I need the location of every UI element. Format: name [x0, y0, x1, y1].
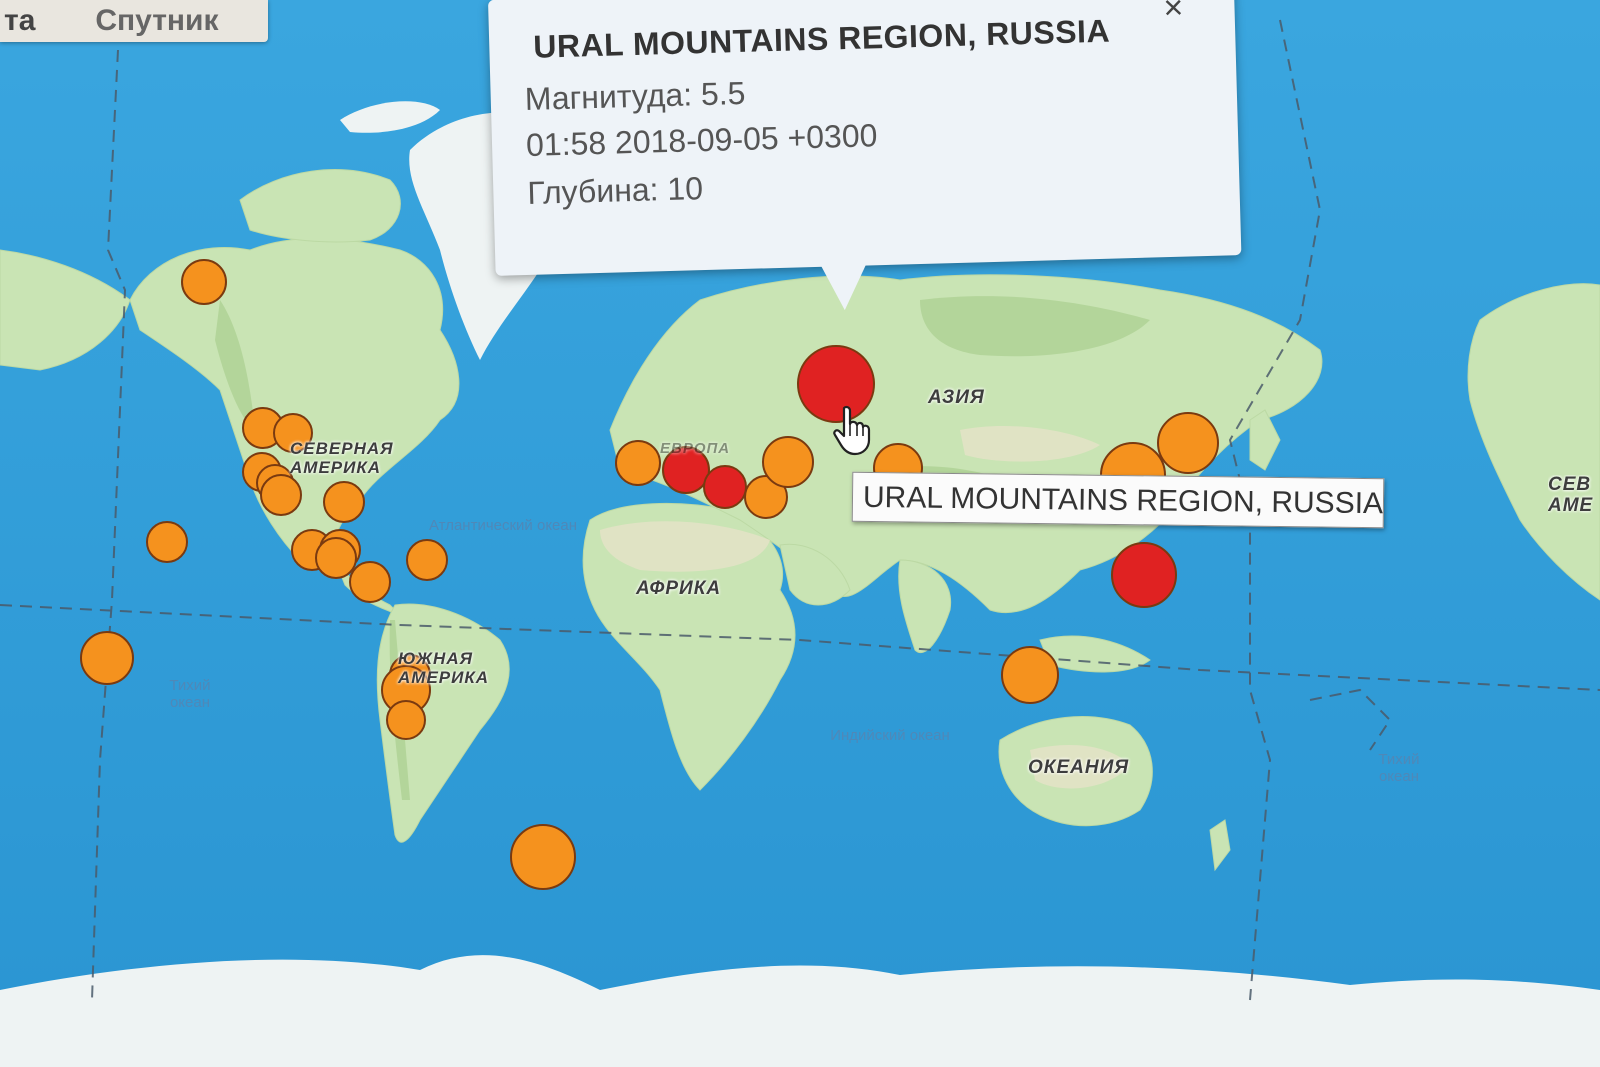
- continent-label-europe: ЕВРОПА: [660, 440, 731, 457]
- popup-title: URAL MOUNTAINS REGION, RUSSIA: [532, 12, 1111, 65]
- earthquake-marker[interactable]: [386, 700, 426, 740]
- close-icon[interactable]: ×: [1163, 0, 1184, 27]
- earthquake-marker[interactable]: [1111, 542, 1177, 608]
- earthquake-marker[interactable]: [146, 521, 188, 563]
- continent-label-north-america: СЕВЕРНАЯ АМЕРИКА: [290, 439, 394, 477]
- earthquake-marker[interactable]: [703, 465, 747, 509]
- earthquake-marker[interactable]: [615, 440, 661, 486]
- map-tab[interactable]: та: [4, 4, 35, 38]
- ocean-label-pacific-right: Тихий океан: [1378, 751, 1420, 785]
- popup-datetime: 01:58 2018-09-05 +0300: [525, 117, 878, 163]
- earthquake-marker[interactable]: [762, 436, 814, 488]
- popup-magnitude: Магнитуда: 5.5: [524, 74, 746, 118]
- popup-pointer: [819, 261, 869, 311]
- earthquake-marker[interactable]: [510, 824, 576, 890]
- continent-label-oceania: ОКЕАНИЯ: [1028, 757, 1130, 778]
- earthquake-marker[interactable]: [181, 259, 227, 305]
- ocean-label-indian: Индийский океан: [830, 727, 950, 744]
- popup-depth: Глубина: 10: [526, 170, 704, 211]
- hand-cursor-icon: [833, 405, 871, 456]
- earthquake-info-popup: URAL MOUNTAINS REGION, RUSSIA × Магнитуд…: [488, 0, 1242, 311]
- continent-label-south-america: ЮЖНАЯ АМЕРИКА: [398, 649, 490, 687]
- earthquake-marker[interactable]: [1157, 412, 1219, 474]
- satellite-tab[interactable]: Спутник: [95, 4, 218, 38]
- earthquake-marker[interactable]: [315, 537, 357, 579]
- ocean-label-atlantic: Атлантический океан: [428, 517, 578, 534]
- earthquake-marker[interactable]: [260, 474, 302, 516]
- earthquake-marker[interactable]: [80, 631, 134, 685]
- earthquake-marker[interactable]: [406, 539, 448, 581]
- map-type-control: та Спутник: [0, 0, 268, 42]
- earthquake-marker[interactable]: [1001, 646, 1059, 704]
- earthquake-marker[interactable]: [323, 481, 365, 523]
- continent-label-africa: АФРИКА: [636, 578, 722, 599]
- continent-label-north-america-right: СЕВ АМЕ: [1548, 475, 1594, 516]
- earthquake-marker[interactable]: [349, 561, 391, 603]
- marker-hover-tooltip: URAL MOUNTAINS REGION, RUSSIA: [851, 471, 1385, 529]
- ocean-label-pacific-left: Тихий океан: [169, 677, 211, 711]
- continent-label-asia: АЗИЯ: [928, 387, 985, 408]
